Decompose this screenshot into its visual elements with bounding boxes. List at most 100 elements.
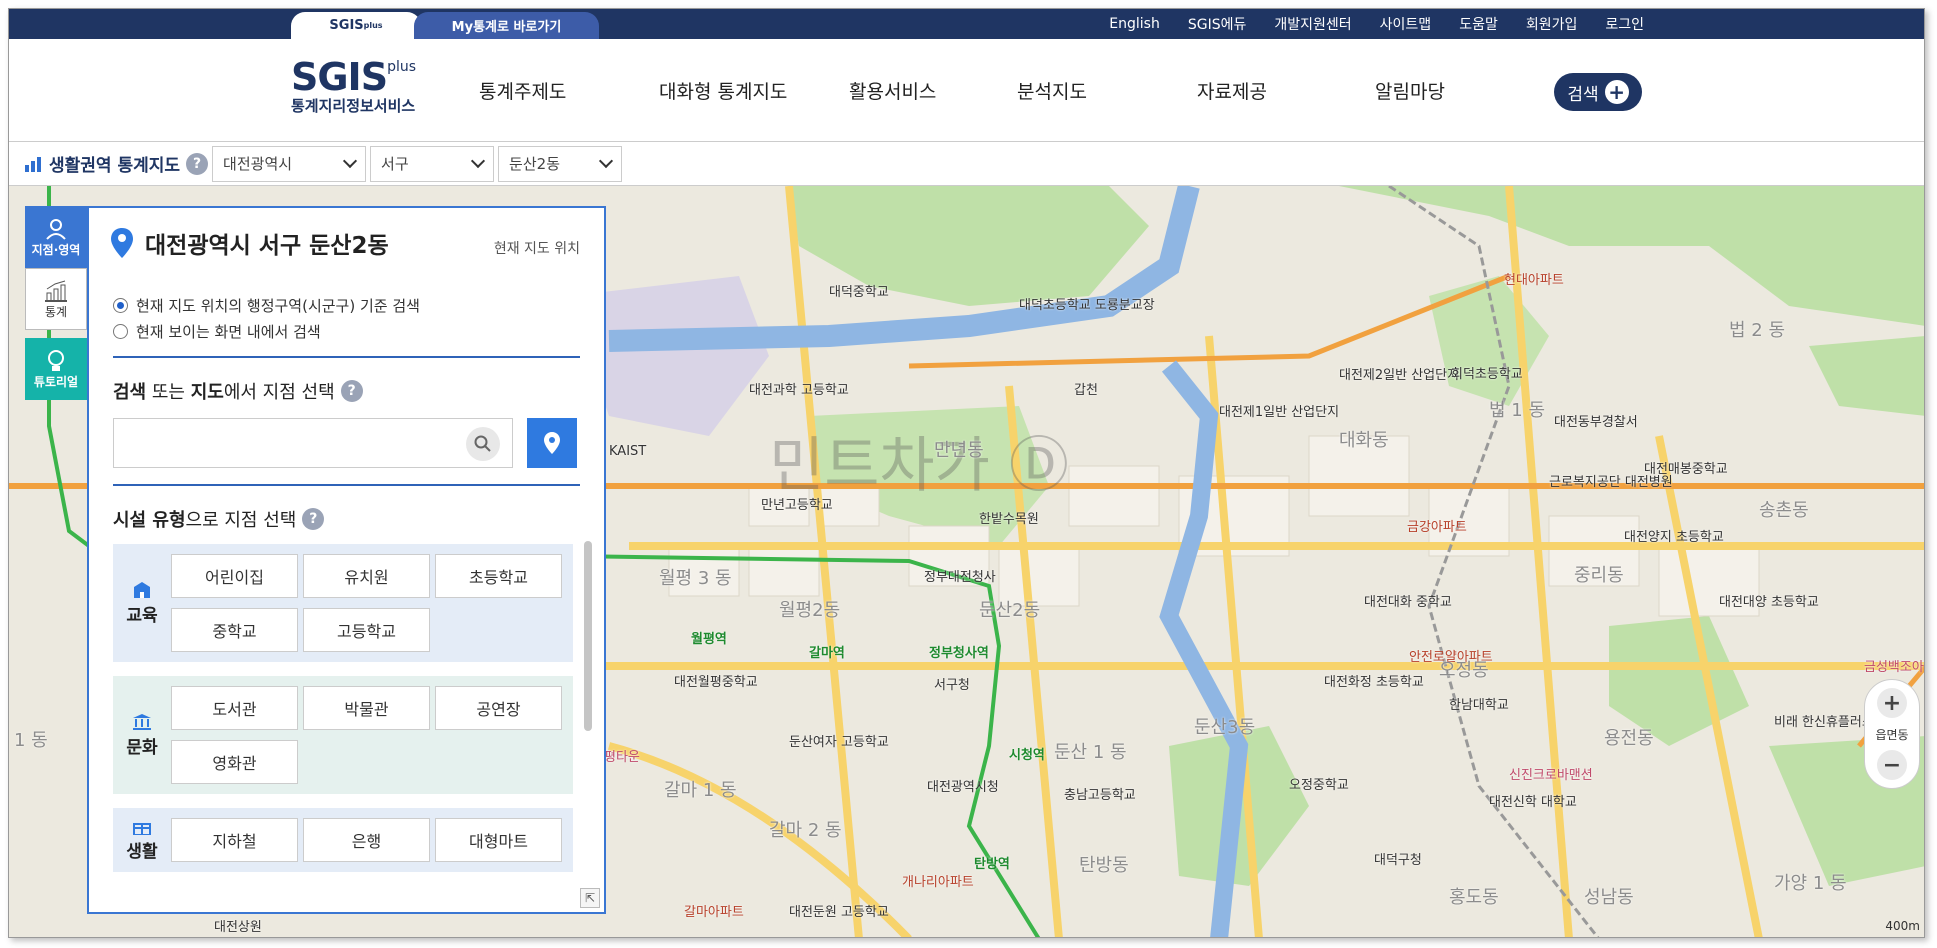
map-pin-icon [111,228,133,258]
map-label: 한밭수목원 [979,512,1039,527]
place-search-input[interactable] [114,419,444,467]
zoom-level-label: 읍면동 [1875,727,1909,742]
map-label: 대화동 [1339,430,1389,451]
radio-admin-area-label: 현재 지도 위치의 행정구역(시군구) 기준 검색 [136,296,420,315]
map-label: 대전화정 초등학교 [1324,675,1424,690]
logo-subtitle: 통계지리정보서비스 [291,97,416,115]
tab-sgis[interactable]: SGIS plus [291,12,421,39]
facility-button-daycare[interactable]: 어린이집 [171,554,298,598]
sigungu-select[interactable]: 서구 [370,145,495,182]
link-sitemap[interactable]: 사이트맵 [1380,14,1432,34]
rail-location-button[interactable]: 지점·영역 [25,206,87,268]
map-label: 개나리아파트 [902,875,974,890]
map-label: 대전제1일반 산업단지 [1219,405,1340,420]
facility-button-middle[interactable]: 중학교 [171,608,298,652]
sido-select-value: 대전광역시 [223,155,293,173]
facility-button-cinema[interactable]: 영화관 [171,740,298,784]
category-education: 교육 어린이집 유치원 초등학교 중학교 고등학교 [113,544,573,662]
museum-icon [133,713,151,730]
map-label: 탄방동 [1079,855,1129,876]
chevron-down-icon [342,153,358,169]
title-part-map: 지도 [190,382,224,403]
facility-button-mart[interactable]: 대형마트 [435,818,562,862]
nav-theme-map[interactable]: 통계주제도 [479,77,659,104]
sido-select[interactable]: 대전광역시 [212,145,367,182]
help-icon[interactable]: ? [302,508,325,530]
map-label: 대전매봉중학교 [1644,462,1728,477]
search-section-title: 검색 또는 지도에서 지점 선택 ? [113,378,363,404]
map-label: 갈마 1 동 [664,780,737,801]
map-label: 성남동 [1584,887,1634,908]
radio-checked[interactable] [113,297,128,313]
nav-notice[interactable]: 알림마당 [1375,77,1495,104]
panel-title: 대전광역시 서구 둔산2동 [145,233,389,259]
zoom-in-button[interactable]: + [1877,688,1907,718]
map-label: 대전신학 대학교 [1489,795,1577,810]
category-life: 생활 지하철 은행 대형마트 [113,808,573,872]
radio-admin-area[interactable]: 현재 지도 위치의 행정구역(시군구) 기준 검색 [113,292,420,318]
map-label: 오정중학교 [1289,778,1349,793]
link-signup[interactable]: 회원가입 [1526,14,1578,34]
logo-name: SGIS [291,55,388,99]
collapse-panel-icon[interactable]: ⇱ [580,888,600,908]
help-icon[interactable]: ? [186,152,209,175]
person-icon [46,218,66,240]
stats-chart-icon [45,280,67,302]
link-sgis-edu[interactable]: SGIS에듀 [1188,14,1247,34]
map-label: 한남대학교 [1449,698,1509,713]
category-name: 문화 [126,737,158,758]
map-pick-button[interactable] [527,418,577,468]
map-label: 둔산 1 동 [1054,742,1127,763]
map-label: KAIST [609,444,647,459]
map-label: 갈마 2 동 [769,820,842,841]
map-label: 평타운 [604,750,640,765]
facility-button-museum[interactable]: 박물관 [303,686,430,730]
radio-unchecked[interactable] [113,323,128,339]
facility-button-library[interactable]: 도서관 [171,686,298,730]
current-location-link[interactable]: 현재 지도 위치 [494,238,580,258]
map-label: 중리동 [1574,565,1624,586]
zoom-out-button[interactable]: − [1877,750,1907,780]
nav-data[interactable]: 자료제공 [1197,77,1375,104]
link-help[interactable]: 도움말 [1459,14,1498,34]
rail-tutorial-button[interactable]: 튜토리얼 [25,338,87,400]
global-search-button[interactable]: 검색 + [1554,73,1642,111]
category-buttons: 도서관 박물관 공연장 영화관 [171,686,571,784]
category-buttons: 지하철 은행 대형마트 [171,818,571,862]
main-header: SGISplus 통계지리정보서비스 통계주제도 대화형 통계지도 활용서비스 … [9,39,1924,142]
title-part-search: 검색 [113,382,147,403]
map-label: 갈마아파트 [684,905,744,920]
sigungu-select-value: 서구 [381,155,409,173]
facility-button-theater[interactable]: 공연장 [435,686,562,730]
panel-scrollbar[interactable] [584,541,592,731]
map-scale: 400m [1885,919,1920,933]
logo-plus: plus [387,59,417,75]
emd-select[interactable]: 둔산2동 [498,145,623,182]
tab-my-tongye[interactable]: My통계로 바로가기 [414,12,599,39]
radio-visible-area[interactable]: 현재 보이는 화면 내에서 검색 [113,318,420,344]
map-label: 만년고등학교 [761,498,833,513]
link-dev-center[interactable]: 개발지원센터 [1274,14,1351,34]
map-label: 만년동 [934,440,984,461]
nav-services[interactable]: 활용서비스 [849,77,1017,104]
search-scope-radios: 현재 지도 위치의 행정구역(시군구) 기준 검색 현재 보이는 화면 내에서 … [113,292,420,344]
school-icon [134,581,150,598]
facility-button-kindergarten[interactable]: 유치원 [303,554,430,598]
map-label: 월평역 [691,632,727,647]
link-english[interactable]: English [1109,16,1160,32]
help-icon[interactable]: ? [340,380,363,402]
nav-analysis-map[interactable]: 분석지도 [1017,77,1197,104]
facility-button-bank[interactable]: 은행 [303,818,430,862]
search-icon[interactable] [466,427,500,461]
nav-interactive-map[interactable]: 대화형 통계지도 [659,77,849,104]
facility-button-high[interactable]: 고등학교 [303,608,430,652]
link-login[interactable]: 로그인 [1605,14,1644,34]
facility-button-subway[interactable]: 지하철 [171,818,298,862]
category-culture: 문화 도서관 박물관 공연장 영화관 [113,676,573,794]
tab-sgis-label: SGIS [329,18,364,33]
divider [113,484,580,486]
sgis-logo[interactable]: SGISplus 통계지리정보서비스 [291,55,416,116]
rail-stats-button[interactable]: 통계 [25,268,87,330]
map-label: 법 2 동 [1729,320,1786,341]
facility-button-elementary[interactable]: 초등학교 [435,554,562,598]
